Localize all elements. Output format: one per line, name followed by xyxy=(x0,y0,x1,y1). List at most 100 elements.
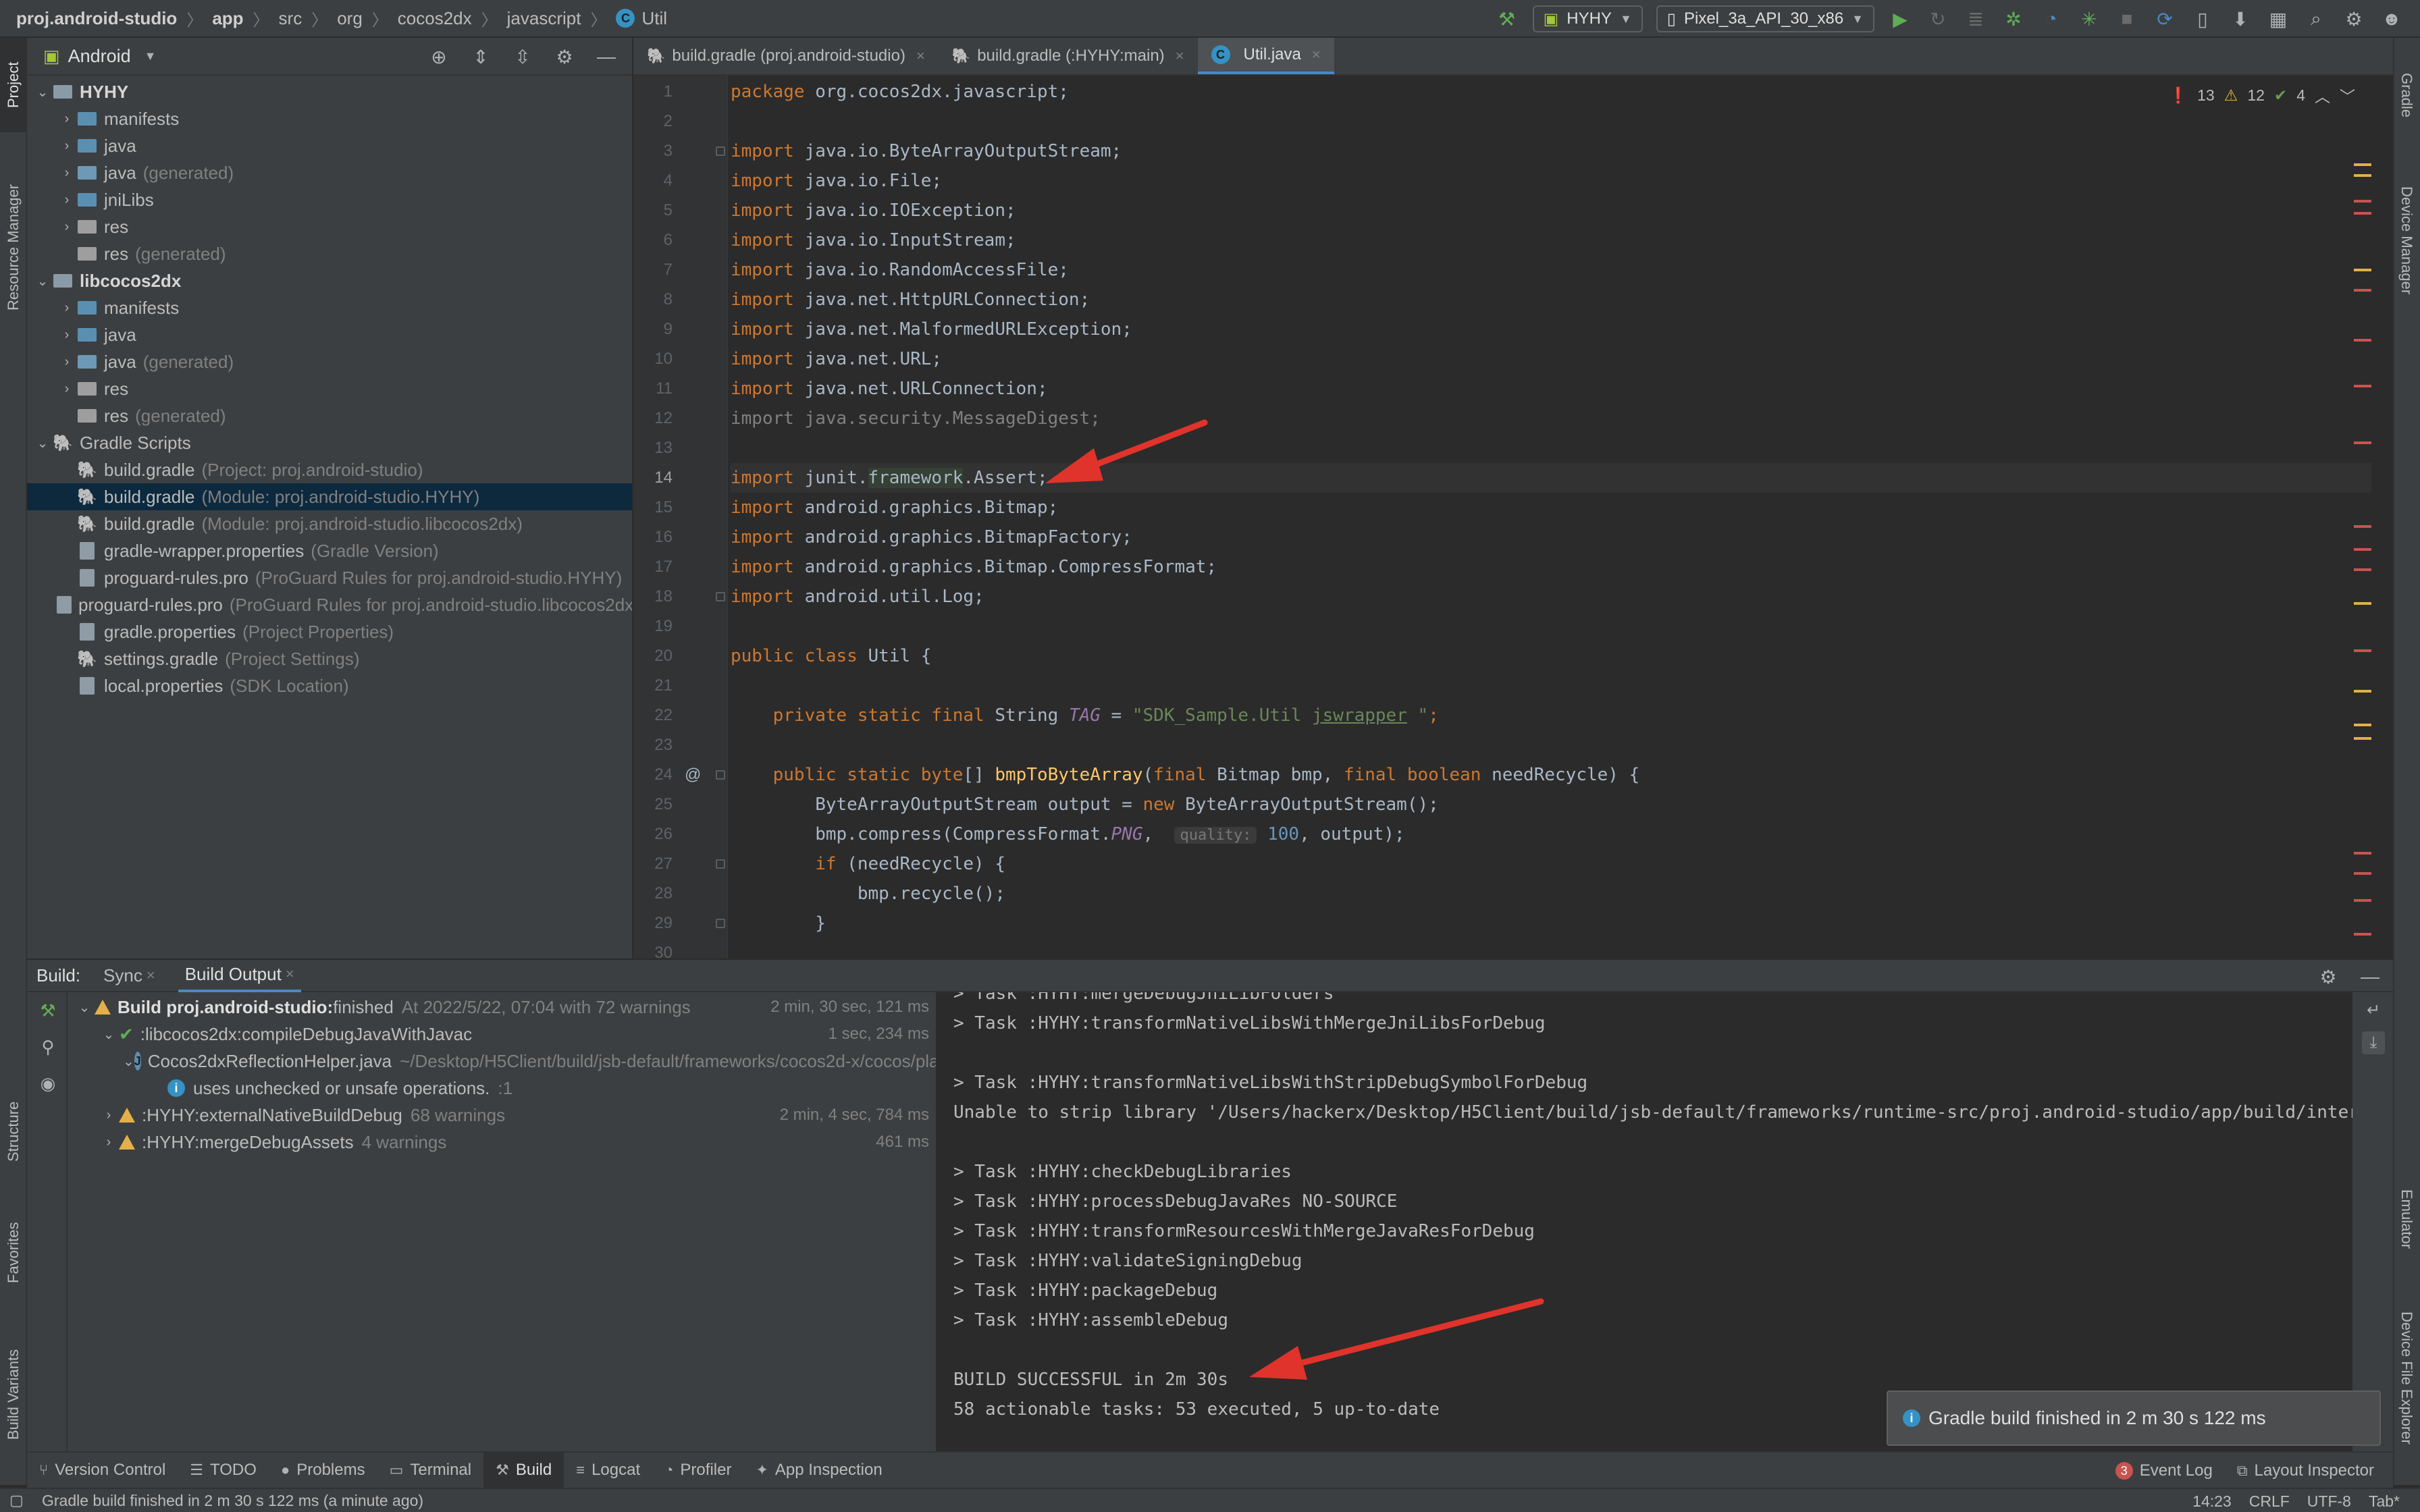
line-number-gutter[interactable]: 1 2 3 4 5 6 7 8 9 10 11 12 13 14 15 16 17 18 19 20 21 22 23 24 @… xyxy=(633,76,728,959)
hammer-icon[interactable]: ⚒ xyxy=(1495,7,1519,31)
chevron-right-icon[interactable]: › xyxy=(57,354,77,370)
tree-item[interactable]: local.properties (SDK Location) xyxy=(27,672,632,699)
eye-icon[interactable]: ◉ xyxy=(38,1073,58,1094)
error-stripe-mark[interactable] xyxy=(2354,872,2371,875)
rerun-icon[interactable]: ↻ xyxy=(1926,7,1950,31)
chevron-down-icon[interactable]: ⌄ xyxy=(99,1026,119,1043)
search-icon[interactable]: ⌕ xyxy=(2304,7,2328,31)
build-tree-item[interactable]: ›:HYHY:externalNativeBuildDebug 68 warnin… xyxy=(68,1102,936,1129)
tool-window-resource-manager[interactable]: Resource Manager xyxy=(0,146,27,348)
error-stripe-mark[interactable] xyxy=(2354,441,2371,444)
error-stripe[interactable] xyxy=(2354,136,2373,946)
close-icon[interactable]: × xyxy=(147,967,155,984)
tool-window-problems[interactable]: ● Problems xyxy=(269,1452,377,1488)
tree-item[interactable]: › manifests xyxy=(27,294,632,321)
chevron-right-icon[interactable]: › xyxy=(57,165,77,181)
scroll-to-end-icon[interactable]: ⤓ xyxy=(2362,1031,2385,1054)
chevron-down-icon[interactable]: ▼ xyxy=(144,49,157,63)
tree-item[interactable]: ⌄ libcocos2dx xyxy=(27,267,632,294)
tool-window-device-manager[interactable]: Device Manager xyxy=(2393,153,2420,328)
breadcrumb-item-javascript[interactable]: javascript xyxy=(507,8,581,29)
tree-item[interactable]: proguard-rules.pro (ProGuard Rules for pr… xyxy=(27,591,632,618)
caret-position[interactable]: 14:23 xyxy=(2192,1492,2232,1511)
tree-item[interactable]: › java (generated) xyxy=(27,159,632,186)
tree-item[interactable]: 🐘 build.gradle (Module: proj.android-studi… xyxy=(27,510,632,537)
apply-changes-icon[interactable]: ≣ xyxy=(1964,7,1988,31)
fold-marker-icon[interactable] xyxy=(716,919,725,928)
toggle-tool-windows-icon[interactable]: ▢ xyxy=(9,1492,24,1509)
breadcrumb-item-src[interactable]: src xyxy=(279,8,302,29)
chevron-down-icon[interactable]: ⌄ xyxy=(32,273,53,290)
project-structure-icon[interactable]: ▦ xyxy=(2266,7,2290,31)
gear-icon[interactable]: ⚙ xyxy=(2316,965,2340,989)
chevron-right-icon[interactable]: › xyxy=(57,138,77,154)
device-select[interactable]: ▯ Pixel_3a_API_30_x86 ▼ xyxy=(1656,5,1874,32)
error-stripe-mark[interactable] xyxy=(2354,385,2371,387)
error-stripe-mark[interactable] xyxy=(2354,289,2371,292)
chevron-right-icon[interactable]: › xyxy=(57,219,77,235)
tree-item[interactable]: › manifests xyxy=(27,105,632,132)
tree-item[interactable]: proguard-rules.pro (ProGuard Rules for pr… xyxy=(27,564,632,591)
chevron-right-icon[interactable]: › xyxy=(99,1108,119,1123)
profile-icon[interactable]: ◔ xyxy=(2039,7,2063,31)
fold-marker-icon[interactable] xyxy=(716,146,725,156)
error-stripe-mark[interactable] xyxy=(2354,737,2371,740)
tool-window-event-log[interactable]: 3 Event Log xyxy=(2103,1453,2225,1489)
tree-item[interactable]: › java xyxy=(27,132,632,159)
error-stripe-mark[interactable] xyxy=(2354,568,2371,571)
tab-build-output[interactable]: Build Output × xyxy=(178,959,301,992)
close-icon[interactable]: × xyxy=(916,47,925,65)
tool-window-build[interactable]: ⚒ Build xyxy=(483,1452,564,1488)
build-tree-item[interactable]: ⌄ Build proj.android-studio: finished At 2… xyxy=(68,994,936,1021)
error-stripe-mark[interactable] xyxy=(2354,548,2371,551)
build-tree-item[interactable]: ⌄ J Cocos2dxReflectionHelper.java ~/Desktop… xyxy=(68,1048,936,1075)
device-manager-icon[interactable]: ▯ xyxy=(2190,7,2215,31)
chevron-right-icon[interactable]: › xyxy=(57,192,77,208)
gear-icon[interactable]: ⚙ xyxy=(2342,7,2366,31)
chevron-right-icon[interactable]: › xyxy=(57,300,77,316)
chevron-down-icon[interactable]: ⌄ xyxy=(74,999,95,1016)
previous-highlight-icon[interactable]: ︿ xyxy=(2315,84,2330,107)
build-tree-item[interactable]: i uses unchecked or unsafe operations.:1 xyxy=(68,1075,936,1102)
notification-balloon[interactable]: i Gradle build finished in 2 m 30 s 122 … xyxy=(1887,1390,2381,1446)
error-stripe-mark[interactable] xyxy=(2354,200,2371,202)
tool-window-build-variants[interactable]: Build Variants xyxy=(0,1320,27,1469)
fold-marker-icon[interactable] xyxy=(716,859,725,869)
chevron-right-icon[interactable]: › xyxy=(99,1135,119,1150)
user-icon[interactable]: ☻ xyxy=(2379,7,2404,31)
tool-window-project[interactable]: Project xyxy=(0,38,27,132)
expand-all-icon[interactable]: ⇕ xyxy=(469,45,493,69)
breadcrumb-item-class[interactable]: Util xyxy=(641,8,667,29)
error-stripe-mark[interactable] xyxy=(2354,269,2371,271)
next-highlight-icon[interactable]: ﹀ xyxy=(2340,84,2355,107)
tool-window-terminal[interactable]: ▭ Terminal xyxy=(377,1452,484,1488)
tree-item[interactable]: › res xyxy=(27,213,632,240)
tool-window-app-inspection[interactable]: ✦ App Inspection xyxy=(743,1452,894,1488)
fold-marker-icon[interactable] xyxy=(716,592,725,601)
error-stripe-mark[interactable] xyxy=(2354,163,2371,166)
tree-item[interactable]: 🐘 build.gradle (Module: proj.android-studi… xyxy=(27,483,632,510)
close-icon[interactable]: × xyxy=(1176,47,1184,65)
tool-window-layout-inspector[interactable]: ⧉ Layout Inspector xyxy=(2225,1453,2386,1489)
error-stripe-mark[interactable] xyxy=(2354,724,2371,726)
error-stripe-mark[interactable] xyxy=(2354,690,2371,693)
stop-icon[interactable]: ■ xyxy=(2115,7,2139,31)
build-tree-item[interactable]: ›:HYHY:mergeDebugAssets 4 warnings 461 ms xyxy=(68,1129,936,1156)
tool-window-gradle[interactable]: Gradle xyxy=(2393,45,2420,146)
tree-item[interactable]: 🐘 build.gradle (Project: proj.android-stud… xyxy=(27,456,632,483)
tab-sync[interactable]: Sync × xyxy=(103,959,155,992)
run-config-select[interactable]: ▣ HYHY ▼ xyxy=(1532,5,1643,32)
error-stripe-mark[interactable] xyxy=(2354,525,2371,528)
chevron-right-icon[interactable]: › xyxy=(57,111,77,127)
tree-item[interactable]: › jniLibs xyxy=(27,186,632,213)
error-stripe-mark[interactable] xyxy=(2354,933,2371,936)
sdk-manager-icon[interactable]: ⬇ xyxy=(2228,7,2253,31)
tree-item[interactable]: › res xyxy=(27,375,632,402)
attach-debugger-icon[interactable]: ✳ xyxy=(2077,7,2101,31)
chevron-down-icon[interactable]: ⌄ xyxy=(123,1053,134,1070)
hide-icon[interactable]: — xyxy=(594,45,619,69)
tool-window-device-file-explorer[interactable]: Device File Explorer xyxy=(2393,1280,2420,1476)
tool-window-structure[interactable]: Structure xyxy=(0,1077,27,1185)
chevron-right-icon[interactable]: › xyxy=(57,381,77,397)
error-stripe-mark[interactable] xyxy=(2354,852,2371,855)
